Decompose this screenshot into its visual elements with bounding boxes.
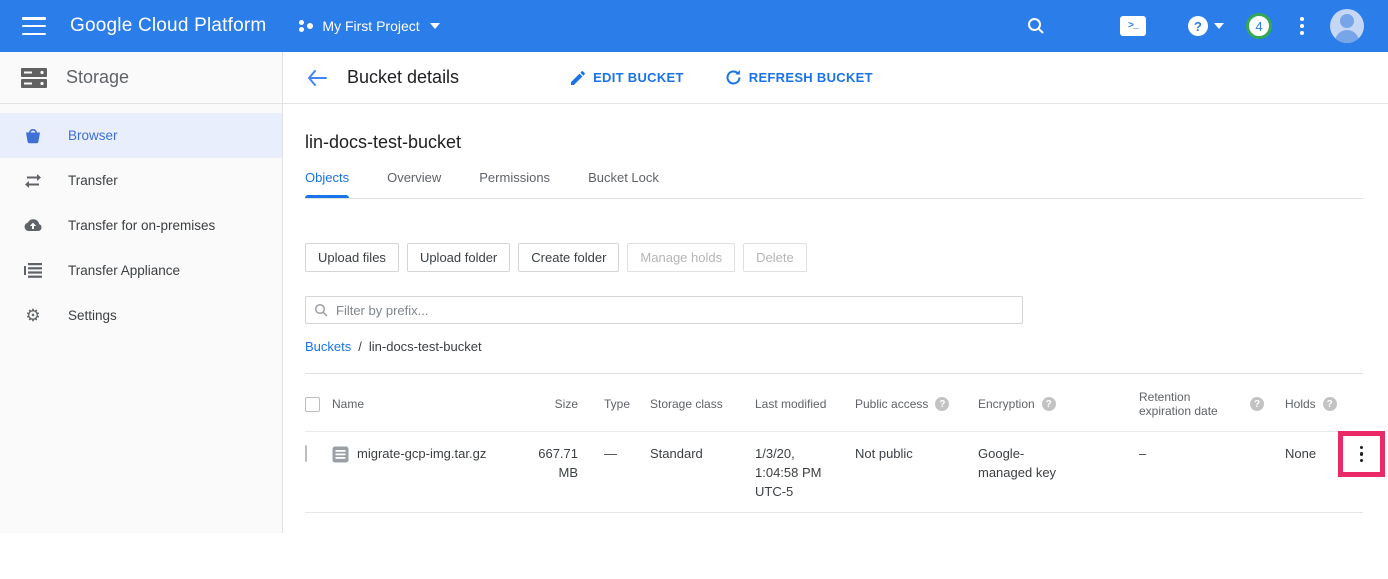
pencil-icon [571,71,585,85]
help-icon: ? [1188,16,1208,36]
help-menu[interactable]: ? [1188,16,1224,36]
upload-folder-button[interactable]: Upload folder [407,243,510,272]
object-name-link[interactable]: migrate-gcp-img.tar.gz [357,445,486,464]
transfer-arrows-icon [22,173,44,189]
column-header-size[interactable]: Size [527,374,587,431]
chevron-down-icon [430,23,440,29]
file-icon [332,446,349,463]
product-logo[interactable]: Google Cloud Platform [70,15,266,37]
sidebar-item-label: Transfer for on-premises [68,218,215,233]
notifications-badge[interactable]: 4 [1246,13,1272,39]
filter-field[interactable] [305,296,1023,324]
highlight-box [1338,431,1385,477]
row-checkbox[interactable] [305,445,307,462]
page-title: Bucket details [347,67,459,88]
tab-bar: Objects Overview Permissions Bucket Lock [305,170,1363,199]
sidebar-item-label: Settings [68,308,117,323]
sidebar-item-transfer-on-premises[interactable]: Transfer for on-premises [0,203,282,248]
main-panel: Bucket details EDIT BUCKET REFRESH BUCKE… [283,52,1388,533]
cloud-shell-icon[interactable]: >_ [1120,16,1146,36]
sidebar-nav: Browser Transfer Transfer for on-prem [0,104,282,338]
object-encryption: Google-managed key [978,445,1066,483]
column-header-public-access[interactable]: Public access ? [837,374,959,431]
cloud-upload-icon [22,218,44,233]
delete-button[interactable]: Delete [743,243,807,272]
create-folder-button[interactable]: Create folder [518,243,619,272]
sidebar-item-label: Transfer Appliance [68,263,180,278]
row-menu-icon[interactable] [1360,446,1364,463]
filter-input[interactable] [336,303,1014,318]
select-all-checkbox[interactable] [305,397,320,412]
column-header-type[interactable]: Type [587,374,633,431]
column-header-name[interactable]: Name [327,374,527,431]
column-header-retention[interactable]: Retention expiration date ? [1117,374,1264,431]
help-icon[interactable]: ? [935,397,949,411]
tab-bucket-lock[interactable]: Bucket Lock [588,170,659,198]
breadcrumb-current: lin-docs-test-bucket [369,339,482,354]
refresh-bucket-button[interactable]: REFRESH BUCKET [726,70,873,85]
page-header: Bucket details EDIT BUCKET REFRESH BUCKE… [283,52,1388,104]
refresh-bucket-label: REFRESH BUCKET [749,70,873,85]
sidebar-title: Storage [66,67,129,88]
manage-holds-button[interactable]: Manage holds [627,243,735,272]
table-row: migrate-gcp-img.tar.gz 667.71 MB — Stand… [305,432,1363,513]
sidebar-item-label: Browser [68,128,118,143]
project-name: My First Project [322,18,419,34]
object-size: 667.71 MB [527,432,587,512]
storage-product-icon [20,67,48,89]
appliance-icon [22,263,44,278]
top-bar: Google Cloud Platform My First Project >… [0,0,1388,52]
more-options-icon[interactable] [1296,13,1308,39]
sidebar-item-settings[interactable]: ⚙ Settings [0,293,282,338]
tab-overview[interactable]: Overview [387,170,441,198]
bucket-name: lin-docs-test-bucket [305,132,1388,153]
column-header-storage-class[interactable]: Storage class [633,374,737,431]
search-icon [314,303,328,317]
tab-permissions[interactable]: Permissions [479,170,550,198]
sidebar-item-transfer-appliance[interactable]: Transfer Appliance [0,248,282,293]
tab-objects[interactable]: Objects [305,170,349,198]
object-last-modified: 1/3/20, 1:04:58 PM UTC-5 [737,432,837,512]
sidebar: Storage Browser Trans [0,52,283,533]
project-switcher[interactable]: My First Project [298,18,439,34]
search-icon[interactable] [1026,16,1046,36]
edit-bucket-label: EDIT BUCKET [593,70,684,85]
table-header-row: Name Size Type Storage class Last modifi… [305,373,1363,432]
column-header-holds[interactable]: Holds ? [1264,374,1322,431]
breadcrumb-buckets-link[interactable]: Buckets [305,339,351,354]
chevron-down-icon [1214,23,1224,29]
gear-icon: ⚙ [22,307,44,324]
upload-files-button[interactable]: Upload files [305,243,399,272]
sidebar-header: Storage [0,52,282,104]
avatar[interactable] [1330,9,1364,43]
objects-table: Name Size Type Storage class Last modifi… [305,373,1363,513]
sidebar-item-label: Transfer [68,173,118,188]
breadcrumb: Buckets / lin-docs-test-bucket [305,339,1388,354]
object-public-access: Not public [837,432,959,512]
sidebar-item-transfer[interactable]: Transfer [0,158,282,203]
object-retention: – [1117,432,1264,512]
refresh-icon [726,70,741,85]
object-storage-class: Standard [633,432,737,512]
back-arrow-icon[interactable] [305,66,329,90]
object-type: — [587,432,633,512]
edit-bucket-button[interactable]: EDIT BUCKET [571,70,684,85]
menu-icon[interactable] [22,17,46,35]
help-icon[interactable]: ? [1250,397,1264,411]
sidebar-item-browser[interactable]: Browser [0,113,282,158]
bucket-icon [22,127,44,145]
breadcrumb-separator: / [358,339,362,354]
object-toolbar: Upload files Upload folder Create folder… [305,243,1388,272]
object-holds: None [1264,432,1322,512]
help-icon[interactable]: ? [1042,397,1056,411]
column-header-last-modified[interactable]: Last modified [737,374,837,431]
project-icon [298,18,314,34]
column-header-encryption[interactable]: Encryption ? [959,374,1117,431]
